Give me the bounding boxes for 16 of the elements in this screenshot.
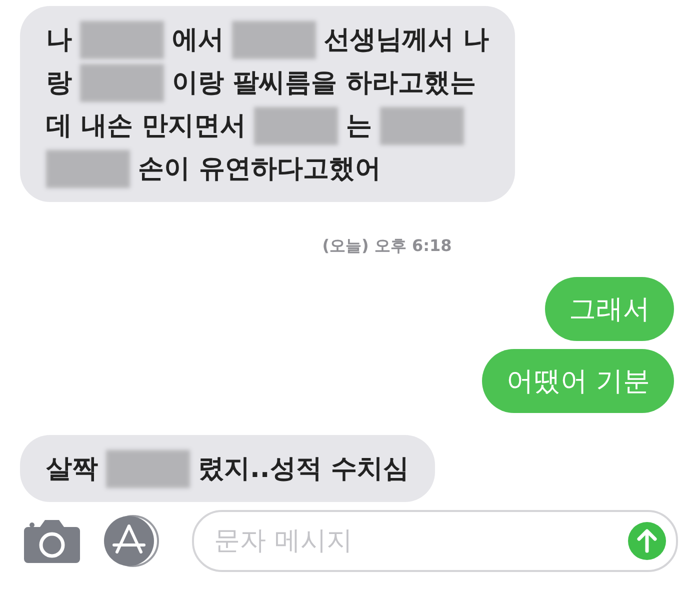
message-text: 랑 (46, 67, 72, 100)
message-text: 선생님께서 나 (324, 24, 490, 57)
send-button[interactable] (627, 521, 667, 561)
message-text: 렸지..성적 수치심 (198, 453, 409, 486)
message-text: 손이 유연하다고했어 (138, 153, 382, 186)
message-bubble: 어땠어 기분 (482, 349, 674, 413)
message-text: 는 (346, 110, 372, 143)
message-input-field[interactable]: 문자 메시지 (192, 510, 678, 572)
camera-icon[interactable] (22, 517, 82, 565)
message-text: 데 내손 만지면서 (46, 110, 246, 143)
message-text: 나 (46, 24, 72, 57)
message-text: 이랑 팔씨름을 하라고했는 (172, 67, 476, 100)
timestamp: (오늘) 오후 6:18 (322, 236, 452, 257)
message-text: 에서 (172, 24, 224, 57)
message-text: 살짝 (46, 453, 98, 486)
message-bubble: 그래서 (545, 277, 674, 341)
